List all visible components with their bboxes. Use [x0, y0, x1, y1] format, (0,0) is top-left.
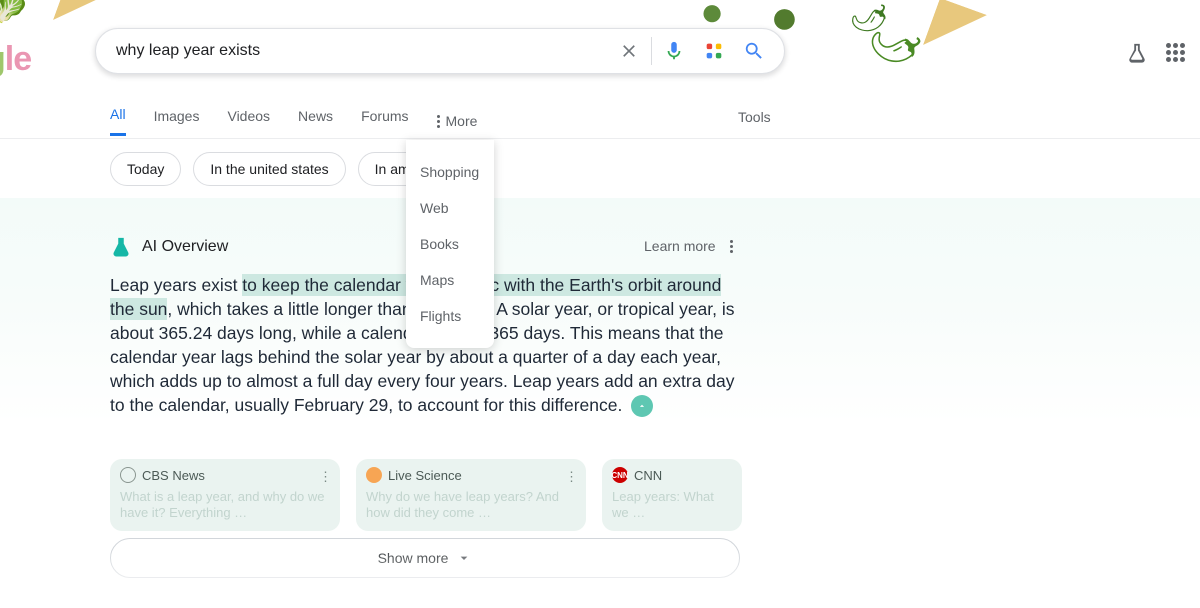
source-name: Live Science	[388, 468, 462, 483]
source-name: CBS News	[142, 468, 205, 483]
filter-chip-in-us[interactable]: In the united states	[193, 152, 345, 186]
voice-search-icon[interactable]	[654, 40, 694, 62]
overflow-icon[interactable]	[730, 240, 733, 253]
search-icon[interactable]	[734, 40, 774, 62]
ai-overview-title: AI Overview	[142, 238, 228, 256]
tortilla-chip-icon	[923, 0, 987, 62]
flask-icon	[110, 236, 132, 258]
green-chili-icon: 🌶	[861, 9, 930, 78]
cbs-favicon	[120, 467, 136, 483]
vertical-dots-icon	[437, 115, 440, 128]
google-logo[interactable]: gle	[0, 40, 31, 79]
chevron-down-icon	[456, 550, 472, 566]
tools-button[interactable]: Tools	[738, 109, 771, 125]
tab-all[interactable]: All	[110, 106, 126, 136]
more-item-maps[interactable]: Maps	[406, 262, 494, 298]
filter-chip-today[interactable]: Today	[110, 152, 181, 186]
livescience-favicon	[366, 467, 382, 483]
clear-icon[interactable]	[609, 41, 649, 61]
collapse-icon[interactable]	[631, 395, 653, 417]
more-item-shopping[interactable]: Shopping	[406, 154, 494, 190]
learn-more-link[interactable]: Learn more	[644, 238, 716, 254]
source-card-livescience[interactable]: Live Science ⋮ Why do we have leap years…	[356, 459, 586, 531]
apps-icon[interactable]	[1166, 43, 1186, 63]
pepper-icon: 🌶	[846, 0, 892, 39]
tab-images[interactable]: Images	[154, 108, 200, 135]
source-snippet: Leap years: What we …	[612, 489, 732, 521]
more-item-books[interactable]: Books	[406, 226, 494, 262]
tab-news[interactable]: News	[298, 108, 333, 135]
source-card-cbs[interactable]: CBS News ⋮ What is a leap year, and why …	[110, 459, 340, 531]
more-item-web[interactable]: Web	[406, 190, 494, 226]
lens-search-icon[interactable]	[694, 40, 734, 62]
source-snippet: Why do we have leap years? And how did t…	[366, 489, 576, 521]
card-overflow-icon[interactable]: ⋮	[565, 469, 578, 485]
tabs-underline	[0, 138, 1200, 139]
card-overflow-icon[interactable]: ⋮	[319, 469, 332, 485]
more-menu: Shopping Web Books Maps Flights	[406, 140, 494, 348]
source-name: CNN	[634, 468, 662, 483]
show-more-button[interactable]: Show more	[110, 538, 740, 578]
lettuce-icon: 🥬	[0, 0, 29, 25]
show-more-label: Show more	[378, 550, 449, 566]
more-item-flights[interactable]: Flights	[406, 298, 494, 334]
cnn-favicon: CNN	[612, 467, 628, 483]
source-snippet: What is a leap year, and why do we have …	[120, 489, 330, 521]
tab-videos[interactable]: Videos	[227, 108, 270, 135]
tab-more[interactable]: More	[437, 113, 478, 129]
search-input[interactable]	[116, 42, 609, 60]
divider	[651, 37, 652, 65]
labs-icon[interactable]	[1126, 42, 1148, 64]
source-card-cnn[interactable]: CNN CNN Leap years: What we …	[602, 459, 742, 531]
tab-forums[interactable]: Forums	[361, 108, 408, 135]
more-label: More	[446, 113, 478, 129]
search-box[interactable]	[95, 28, 785, 74]
